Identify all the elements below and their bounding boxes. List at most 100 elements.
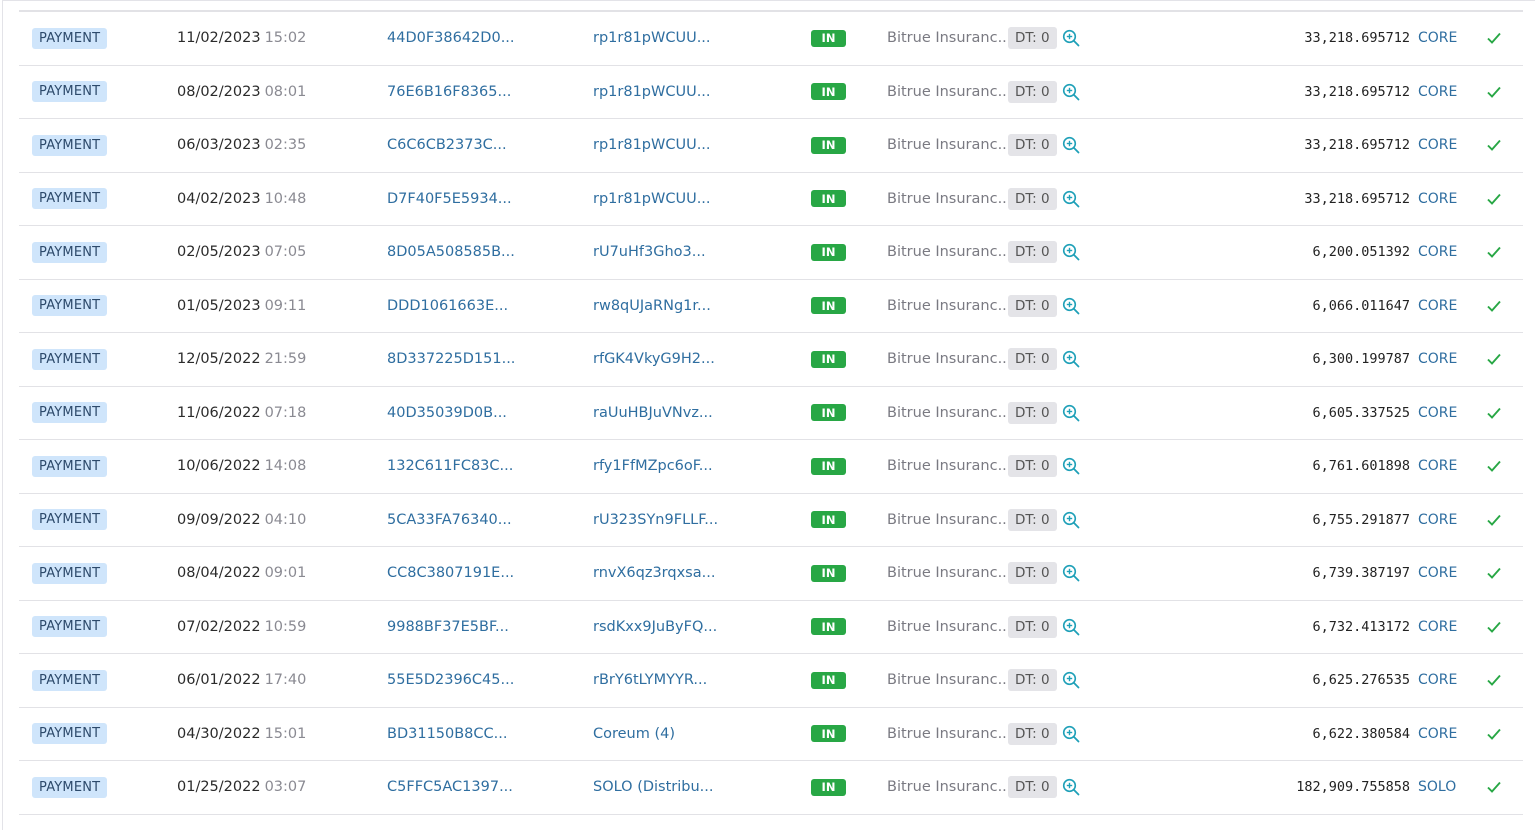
tx-hash-link[interactable]: 55E5D2396C45... bbox=[387, 654, 514, 707]
zoom-in-icon[interactable] bbox=[1062, 173, 1080, 226]
table-row[interactable]: PAYMENT 06/01/2022 17:40 55E5D2396C45... … bbox=[19, 654, 1523, 708]
currency-link[interactable]: CORE bbox=[1418, 226, 1457, 279]
currency-link[interactable]: CORE bbox=[1418, 708, 1457, 761]
tx-date: 01/05/2023 bbox=[177, 297, 261, 314]
currency-link[interactable]: CORE bbox=[1418, 280, 1457, 333]
tx-date: 08/04/2022 bbox=[177, 565, 261, 582]
tx-hash-link[interactable]: 76E6B16F8365... bbox=[387, 66, 511, 119]
tx-hash-link[interactable]: C5FFC5AC1397... bbox=[387, 761, 513, 814]
tx-hash-link[interactable]: 8D337225D151... bbox=[387, 333, 515, 386]
tx-datetime: 04/02/2023 10:48 bbox=[177, 173, 306, 226]
destination-tag-badge: DT: 0 bbox=[1008, 27, 1057, 50]
table-row[interactable]: PAYMENT 07/02/2022 10:59 9988BF37E5BF... … bbox=[19, 601, 1523, 654]
zoom-in-icon[interactable] bbox=[1062, 440, 1080, 493]
zoom-in-icon[interactable] bbox=[1062, 119, 1080, 172]
tx-hash-link[interactable]: DDD1061663E... bbox=[387, 280, 508, 333]
table-row[interactable]: PAYMENT 04/30/2022 15:01 BD31150B8CC... C… bbox=[19, 708, 1523, 761]
table-row[interactable]: PAYMENT 12/05/2022 21:59 8D337225D151... … bbox=[19, 333, 1523, 387]
currency-link[interactable]: CORE bbox=[1418, 119, 1457, 172]
tx-hash-link[interactable]: 132C611FC83C... bbox=[387, 440, 513, 493]
currency-link[interactable]: CORE bbox=[1418, 333, 1457, 386]
tx-type-badge: PAYMENT bbox=[32, 188, 108, 210]
table-row[interactable]: PAYMENT 11/06/2022 07:18 40D35039D0B... r… bbox=[19, 387, 1523, 440]
tx-datetime: 08/04/2022 09:01 bbox=[177, 547, 306, 600]
account-link[interactable]: rp1r81pWCUU... bbox=[593, 119, 711, 172]
currency-link[interactable]: CORE bbox=[1418, 494, 1457, 547]
amount-value: 33,218.695712 bbox=[1304, 190, 1410, 207]
tx-date: 11/02/2023 bbox=[177, 30, 261, 47]
zoom-in-icon[interactable] bbox=[1062, 547, 1080, 600]
tx-hash-link[interactable]: CC8C3807191E... bbox=[387, 547, 514, 600]
success-check-icon bbox=[1486, 494, 1502, 547]
account-link[interactable]: SOLO (Distribu... bbox=[593, 761, 714, 814]
table-row[interactable]: PAYMENT 10/06/2022 14:08 132C611FC83C... … bbox=[19, 440, 1523, 494]
tx-datetime: 06/03/2023 02:35 bbox=[177, 119, 306, 172]
tx-type-badge: PAYMENT bbox=[32, 134, 108, 156]
account-link[interactable]: rU323SYn9FLLF... bbox=[593, 494, 718, 547]
currency-link[interactable]: CORE bbox=[1418, 387, 1457, 440]
account-link[interactable]: rU7uHf3Gho3... bbox=[593, 226, 706, 279]
tx-type-badge: PAYMENT bbox=[32, 81, 108, 103]
tx-hash-link[interactable]: D7F40F5E5934... bbox=[387, 173, 512, 226]
table-row[interactable]: PAYMENT 06/03/2023 02:35 C6C6CB2373C... r… bbox=[19, 119, 1523, 173]
account-link[interactable]: rp1r81pWCUU... bbox=[593, 66, 711, 119]
success-check-icon bbox=[1486, 173, 1502, 226]
direction-badge: IN bbox=[811, 778, 846, 796]
currency-link[interactable]: CORE bbox=[1418, 66, 1457, 119]
table-row[interactable]: PAYMENT 01/25/2022 03:07 C5FFC5AC1397... … bbox=[19, 761, 1523, 815]
currency-link[interactable]: CORE bbox=[1418, 547, 1457, 600]
account-link[interactable]: rsdKxx9JuByFQ... bbox=[593, 601, 717, 654]
currency-link[interactable]: SOLO bbox=[1418, 761, 1456, 814]
zoom-in-icon[interactable] bbox=[1062, 708, 1080, 761]
table-row[interactable]: PAYMENT 08/02/2023 08:01 76E6B16F8365... … bbox=[19, 66, 1523, 119]
account-link[interactable]: rfGK4VkyG9H2... bbox=[593, 333, 715, 386]
zoom-in-icon[interactable] bbox=[1062, 226, 1080, 279]
currency-link[interactable]: CORE bbox=[1418, 173, 1457, 226]
tx-time: 07:18 bbox=[264, 404, 307, 421]
success-check-icon bbox=[1486, 654, 1502, 707]
destination-tag-badge: DT: 0 bbox=[1008, 294, 1057, 317]
tx-hash-link[interactable]: 5CA33FA76340... bbox=[387, 494, 512, 547]
currency-link[interactable]: CORE bbox=[1418, 654, 1457, 707]
account-link[interactable]: rw8qUJaRNg1r... bbox=[593, 280, 711, 333]
currency-link[interactable]: CORE bbox=[1418, 601, 1457, 654]
table-row[interactable]: PAYMENT 02/05/2023 07:05 8D05A508585B... … bbox=[19, 226, 1523, 280]
tx-hash-link[interactable]: 40D35039D0B... bbox=[387, 387, 507, 440]
table-row[interactable]: PAYMENT 11/02/2023 15:02 44D0F38642D0... … bbox=[19, 12, 1523, 66]
destination-tag-badge: DT: 0 bbox=[1008, 241, 1057, 264]
tx-time: 07:05 bbox=[264, 244, 307, 261]
currency-link[interactable]: CORE bbox=[1418, 440, 1457, 493]
zoom-in-icon[interactable] bbox=[1062, 12, 1080, 65]
tx-date: 06/03/2023 bbox=[177, 137, 261, 154]
zoom-in-icon[interactable] bbox=[1062, 66, 1080, 119]
zoom-in-icon[interactable] bbox=[1062, 761, 1080, 814]
tx-hash-link[interactable]: 8D05A508585B... bbox=[387, 226, 515, 279]
counterparty-name: Bitrue Insuranc... bbox=[887, 404, 1012, 421]
account-link[interactable]: rfy1FfMZpc6oF... bbox=[593, 440, 713, 493]
tx-hash-link[interactable]: 9988BF37E5BF... bbox=[387, 601, 509, 654]
success-check-icon bbox=[1486, 12, 1502, 65]
tx-hash-link[interactable]: BD31150B8CC... bbox=[387, 708, 508, 761]
table-row[interactable]: PAYMENT 08/04/2022 09:01 CC8C3807191E... … bbox=[19, 547, 1523, 601]
zoom-in-icon[interactable] bbox=[1062, 654, 1080, 707]
account-link[interactable]: rBrY6tLYMYYR... bbox=[593, 654, 707, 707]
account-link[interactable]: rp1r81pWCUU... bbox=[593, 12, 711, 65]
account-link[interactable]: rnvX6qz3rqxsa... bbox=[593, 547, 715, 600]
table-row[interactable]: PAYMENT 01/05/2023 09:11 DDD1061663E... r… bbox=[19, 280, 1523, 333]
account-link[interactable]: raUuHBJuVNvz... bbox=[593, 387, 713, 440]
table-row[interactable]: PAYMENT 04/02/2023 10:48 D7F40F5E5934... … bbox=[19, 173, 1523, 226]
currency-link[interactable]: CORE bbox=[1418, 12, 1457, 65]
amount-value: 6,625.276535 bbox=[1312, 672, 1410, 689]
account-link[interactable]: Coreum (4) bbox=[593, 708, 675, 761]
zoom-in-icon[interactable] bbox=[1062, 494, 1080, 547]
tx-time: 02:35 bbox=[264, 137, 307, 154]
table-row[interactable]: PAYMENT 09/09/2022 04:10 5CA33FA76340... … bbox=[19, 494, 1523, 547]
zoom-in-icon[interactable] bbox=[1062, 387, 1080, 440]
tx-hash-link[interactable]: C6C6CB2373C... bbox=[387, 119, 507, 172]
account-link[interactable]: rp1r81pWCUU... bbox=[593, 173, 711, 226]
success-check-icon bbox=[1486, 387, 1502, 440]
zoom-in-icon[interactable] bbox=[1062, 280, 1080, 333]
zoom-in-icon[interactable] bbox=[1062, 601, 1080, 654]
zoom-in-icon[interactable] bbox=[1062, 333, 1080, 386]
tx-hash-link[interactable]: 44D0F38642D0... bbox=[387, 12, 515, 65]
